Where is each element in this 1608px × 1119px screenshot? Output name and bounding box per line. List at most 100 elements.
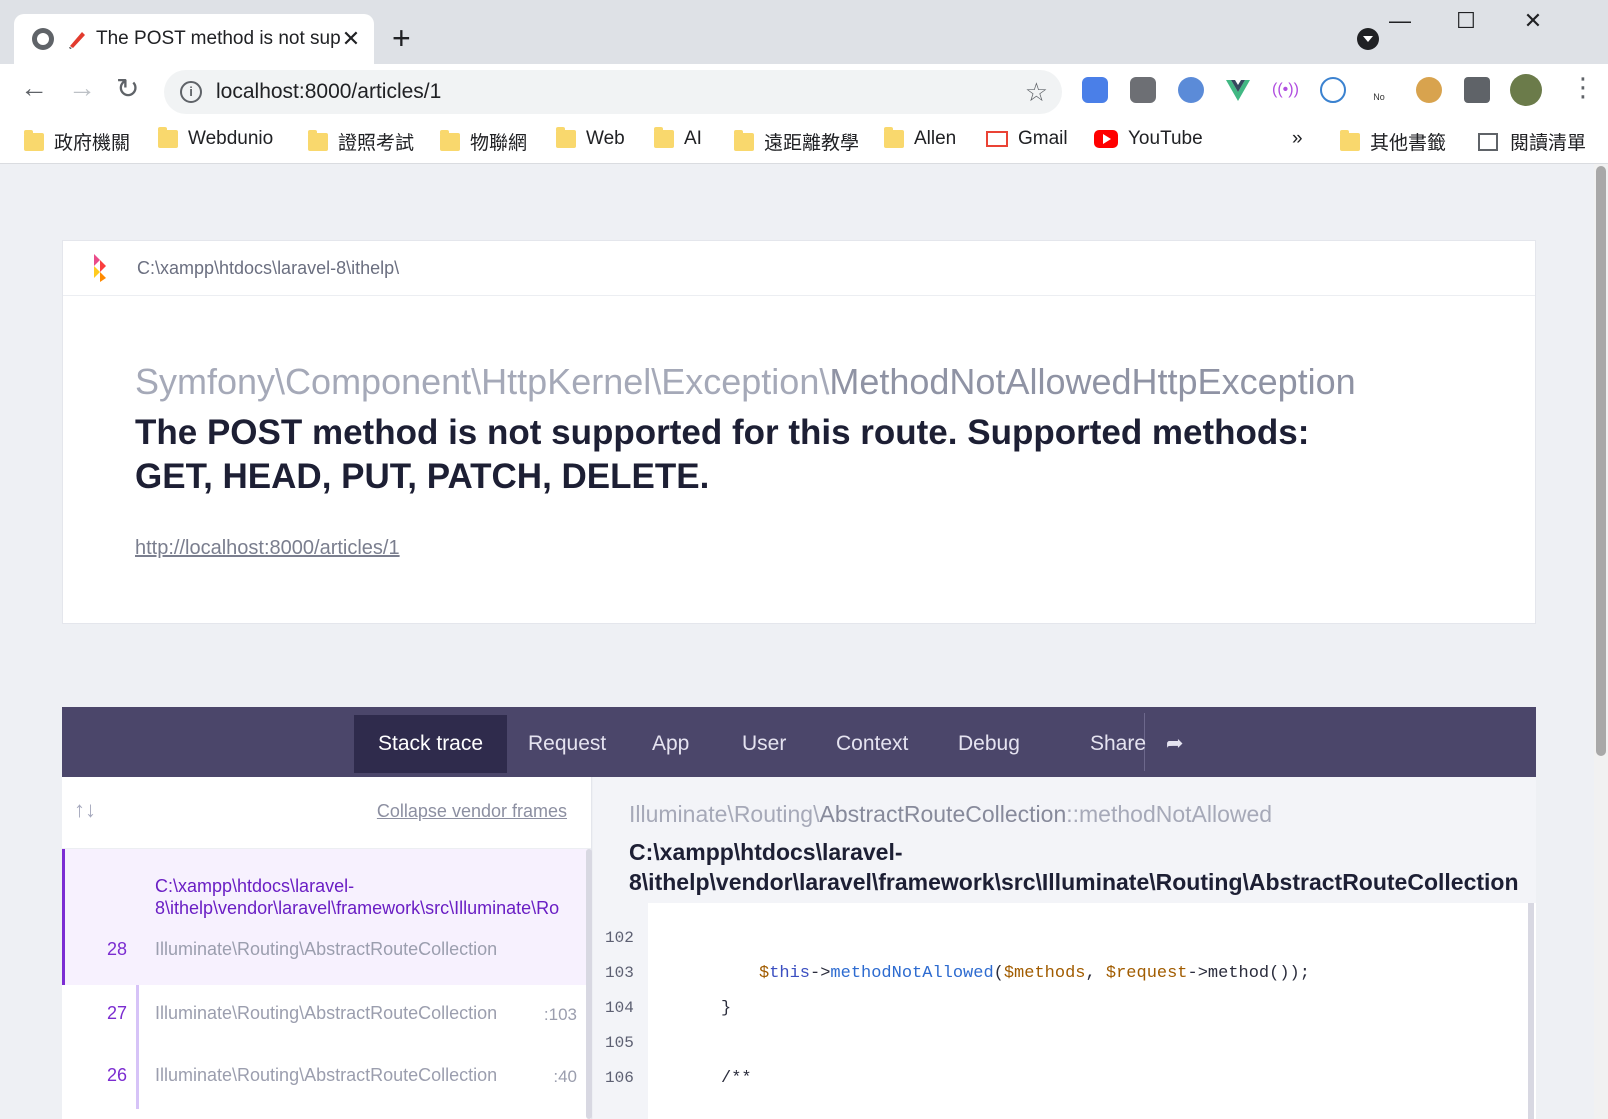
reading-list[interactable]: 閱讀清單 (1478, 128, 1586, 155)
share-arrow-icon: ➦ (1165, 732, 1184, 755)
frames-toolbar: ↑↓ Collapse vendor frames (62, 777, 591, 849)
close-window-button[interactable]: ✕ (1513, 8, 1553, 34)
bookmark-item[interactable]: AI (654, 127, 702, 150)
card-header: C:\xampp\htdocs\laravel-8\ithelp\ (63, 241, 1535, 296)
bookmarks-overflow-button[interactable]: » (1292, 128, 1303, 150)
back-icon[interactable]: ← (20, 72, 48, 104)
bookmark-item[interactable]: YouTube (1094, 128, 1203, 150)
forward-icon[interactable]: → (68, 72, 96, 104)
tab-title: The POST method is not sup (96, 28, 340, 49)
cookie-extension-icon[interactable] (1416, 77, 1442, 103)
app-path: C:\xampp\htdocs\laravel-8\ithelp\ (137, 257, 400, 278)
code-line-text: $this->methodNotAllowed($methods, $reque… (759, 964, 1310, 983)
tab-context[interactable]: Context (812, 715, 932, 773)
bookmark-item[interactable]: Web (556, 127, 625, 150)
url-text[interactable]: localhost:8000/articles/1 (216, 80, 1025, 104)
folder-icon (556, 127, 576, 148)
vue-devtools-icon[interactable] (1225, 77, 1251, 103)
frame-detail-header: Illuminate\Routing\AbstractRouteCollecti… (593, 777, 1536, 903)
gmail-icon (986, 131, 1008, 147)
folder-icon (884, 127, 904, 148)
profile-avatar[interactable] (1510, 74, 1542, 106)
frame-navigation-arrows-icon[interactable]: ↑↓ (74, 797, 96, 823)
line-extension-icon[interactable] (1130, 77, 1156, 103)
page-scrollbar-thumb[interactable] (1596, 166, 1606, 756)
tab-user[interactable]: User (718, 715, 810, 773)
maximize-button[interactable]: ☐ (1446, 8, 1486, 34)
bookmark-item[interactable]: 政府機關 (24, 128, 130, 155)
folder-icon (24, 129, 44, 151)
browser-toolbar: ← → ↻ i localhost:8000/articles/1 ☆ ((•)… (0, 64, 1608, 142)
frame-detail-path: C:\xampp\htdocs\laravel- 8\ithelp\vendor\… (629, 839, 1519, 895)
new-tab-button[interactable]: + (392, 20, 411, 56)
tab-request[interactable]: Request (504, 715, 630, 773)
address-bar[interactable]: i localhost:8000/articles/1 ☆ (164, 70, 1062, 114)
folder-icon (1340, 129, 1360, 151)
folder-icon (440, 129, 460, 151)
share-extension-icon[interactable] (1320, 77, 1346, 103)
folder-icon (734, 129, 754, 151)
bookmark-item[interactable]: Webdunio (158, 127, 273, 150)
stack-frames-panel: ↑↓ Collapse vendor frames C:\xampp\htdoc… (62, 777, 592, 1119)
translate-extension-icon[interactable] (1082, 77, 1108, 103)
ignition-tabs: Stack trace Request App User Context Deb… (62, 707, 1536, 777)
frame-class: Illuminate\Routing\AbstractRouteCollecti… (155, 1003, 498, 1023)
code-line: 103 $this->methodNotAllowed($methods, $re… (605, 964, 1310, 983)
page-scrollbar[interactable] (1594, 164, 1608, 1119)
tab-strip: The POST method is not sup ✕ + — ☐ ✕ (0, 0, 1608, 64)
browser-tab[interactable]: The POST method is not sup ✕ (14, 14, 374, 64)
tab-debug[interactable]: Debug (934, 715, 1044, 773)
globe-icon (32, 28, 54, 50)
collapse-vendor-frames-link[interactable]: Collapse vendor frames (377, 801, 567, 822)
code-line: 106/** (605, 1069, 752, 1088)
frame-number: 28 (106, 939, 127, 959)
frame-file-line1: C:\xampp\htdocs\laravel- (155, 876, 355, 896)
bookmark-item[interactable]: Allen (884, 127, 956, 150)
exception-class: Symfony\Component\HttpKernel\Exception\M… (135, 361, 1356, 403)
frame-file-line2: 8\ithelp\vendor\laravel\framework\src\Il… (155, 898, 560, 918)
exception-class-name: MethodNotAllowedHttpException (829, 361, 1356, 402)
site-info-icon[interactable]: i (180, 81, 202, 103)
stack-frame[interactable]: C:\xampp\htdocs\laravel- 8\ithelp\vendor… (62, 849, 591, 985)
frame-line: :40 (553, 1067, 577, 1086)
bookmarks-bar: 政府機關 Webdunio 證照考試 物聯網 Web AI 遠距離教學 Alle… (0, 116, 1608, 164)
bookmark-item[interactable]: 物聯網 (440, 128, 527, 155)
extensions-puzzle-icon[interactable] (1464, 77, 1490, 103)
code-line: 105 (605, 1034, 634, 1052)
reload-icon[interactable]: ↻ (116, 72, 139, 105)
frame-class: Illuminate\Routing\AbstractRouteCollecti… (155, 1065, 498, 1085)
tab-app[interactable]: App (628, 715, 713, 773)
exception-message: The POST method is not supported for thi… (135, 413, 1310, 496)
exception-card: C:\xampp\htdocs\laravel-8\ithelp\ Symfon… (62, 240, 1536, 624)
frame-detail-panel: Illuminate\Routing\AbstractRouteCollecti… (593, 777, 1536, 1119)
request-url-link[interactable]: http://localhost:8000/articles/1 (135, 537, 400, 560)
minimize-button[interactable]: — (1380, 8, 1420, 34)
folder-icon (158, 127, 178, 148)
frame-number: 27 (106, 1003, 127, 1023)
broadcast-extension-icon[interactable]: ((•)) (1272, 77, 1299, 103)
bookmark-item[interactable]: 證照考試 (308, 128, 414, 155)
bookmark-item[interactable]: Gmail (986, 128, 1068, 150)
ignition-favicon-icon (69, 32, 85, 49)
close-tab-icon[interactable]: ✕ (340, 26, 362, 52)
frames-scrollbar[interactable] (586, 849, 592, 1119)
more-menu-icon[interactable]: ⋮ (1570, 72, 1596, 103)
exception-namespace: Symfony\Component\HttpKernel\Exception\ (135, 361, 830, 402)
stack-frame[interactable]: 26 Illuminate\Routing\AbstractRouteColle… (107, 1047, 591, 1109)
code-line: 104} (605, 999, 732, 1018)
tab-search-icon[interactable] (1357, 28, 1379, 50)
stack-frame[interactable]: 27 Illuminate\Routing\AbstractRouteColle… (107, 985, 591, 1047)
page-content: C:\xampp\htdocs\laravel-8\ithelp\ Symfon… (0, 164, 1608, 1119)
tab-stack-trace[interactable]: Stack trace (354, 715, 508, 773)
other-bookmarks[interactable]: 其他書籤 (1340, 128, 1446, 155)
folder-icon (308, 129, 328, 151)
tab-share[interactable]: Share ➦ (1066, 715, 1208, 773)
ignition-logo-icon (94, 254, 106, 282)
no-ads-extension-icon[interactable]: No ads (1366, 77, 1392, 142)
bookmark-item[interactable]: 遠距離教學 (734, 128, 859, 155)
code-line: 102 (605, 929, 634, 947)
bookmark-star-icon[interactable]: ☆ (1025, 77, 1048, 108)
browser-extension-icon[interactable] (1178, 77, 1204, 103)
code-scrollbar[interactable] (1528, 903, 1534, 1119)
youtube-icon (1094, 130, 1118, 148)
